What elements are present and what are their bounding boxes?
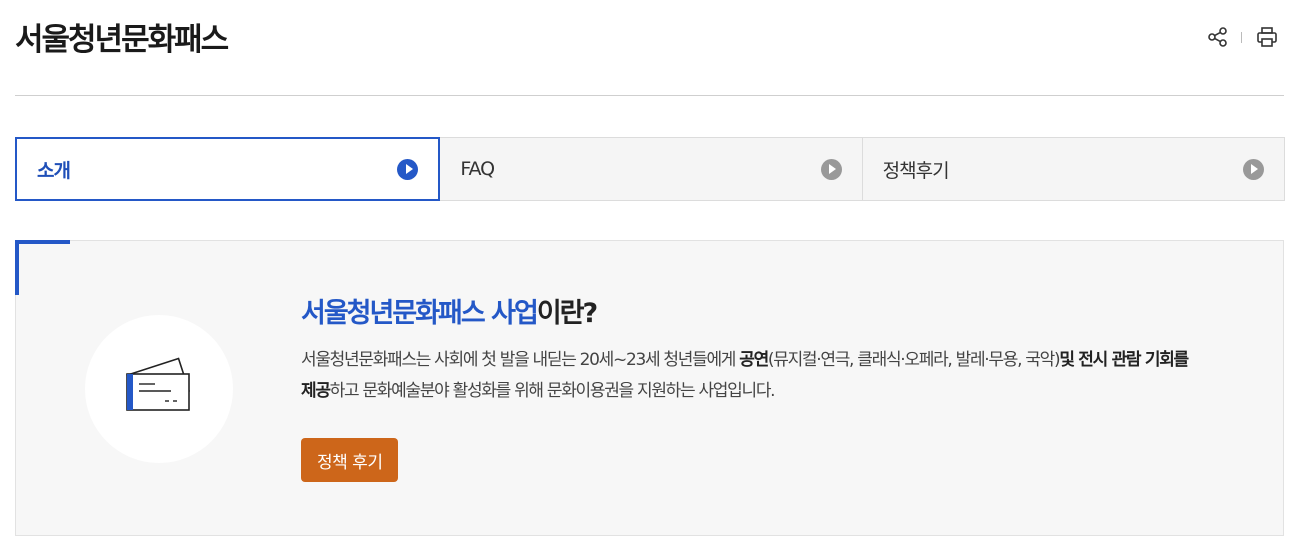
print-button[interactable] xyxy=(1254,24,1280,50)
tab-label: 소개 xyxy=(37,159,71,182)
intro-section: 서울청년문화패스 사업이란? 서울청년문화패스는 사회에 첫 발을 내딛는 20… xyxy=(15,240,1284,536)
tab-bar: 소개 FAQ 정책후기 xyxy=(15,137,1285,201)
desc-text: 서울청년문화패스는 사회에 첫 발을 내딛는 20세~23세 청년들에게 xyxy=(301,350,740,370)
play-circle-icon xyxy=(397,158,419,180)
intro-description: 서울청년문화패스는 사회에 첫 발을 내딛는 20세~23세 청년들에게 공연(… xyxy=(301,345,1201,407)
tab-policy-review[interactable]: 정책후기 xyxy=(862,137,1285,201)
intro-title: 서울청년문화패스 사업이란? xyxy=(301,291,598,330)
tab-intro[interactable]: 소개 xyxy=(15,137,441,201)
corner-accent xyxy=(15,240,70,244)
desc-text: (뮤지컬·연극, 클래식·오페라, 발레·무용, 국악) xyxy=(767,350,1061,370)
desc-text: 하고 문화예술분야 활성화를 위해 문화이용권을 지원하는 사업입니다. xyxy=(329,381,776,401)
policy-review-button[interactable]: 정책 후기 xyxy=(301,438,399,482)
illustration-circle xyxy=(85,315,233,463)
desc-bold: 공연 xyxy=(739,350,769,370)
tab-faq[interactable]: FAQ xyxy=(440,137,863,201)
header-divider xyxy=(15,95,1284,96)
header-tools xyxy=(1205,24,1280,50)
tab-label: FAQ xyxy=(460,158,495,180)
play-circle-icon xyxy=(1242,158,1264,180)
print-icon xyxy=(1257,27,1277,47)
share-icon xyxy=(1208,27,1227,47)
tab-label: 정책후기 xyxy=(882,159,950,182)
ticket-icon xyxy=(126,357,191,411)
play-circle-icon xyxy=(820,158,842,180)
share-button[interactable] xyxy=(1205,24,1231,50)
tool-divider xyxy=(1241,31,1242,43)
intro-title-highlight: 서울청년문화패스 사업 xyxy=(301,298,539,329)
intro-title-rest: 이란? xyxy=(536,298,598,329)
page-title: 서울청년문화패스 xyxy=(15,22,229,58)
corner-accent xyxy=(15,240,19,295)
